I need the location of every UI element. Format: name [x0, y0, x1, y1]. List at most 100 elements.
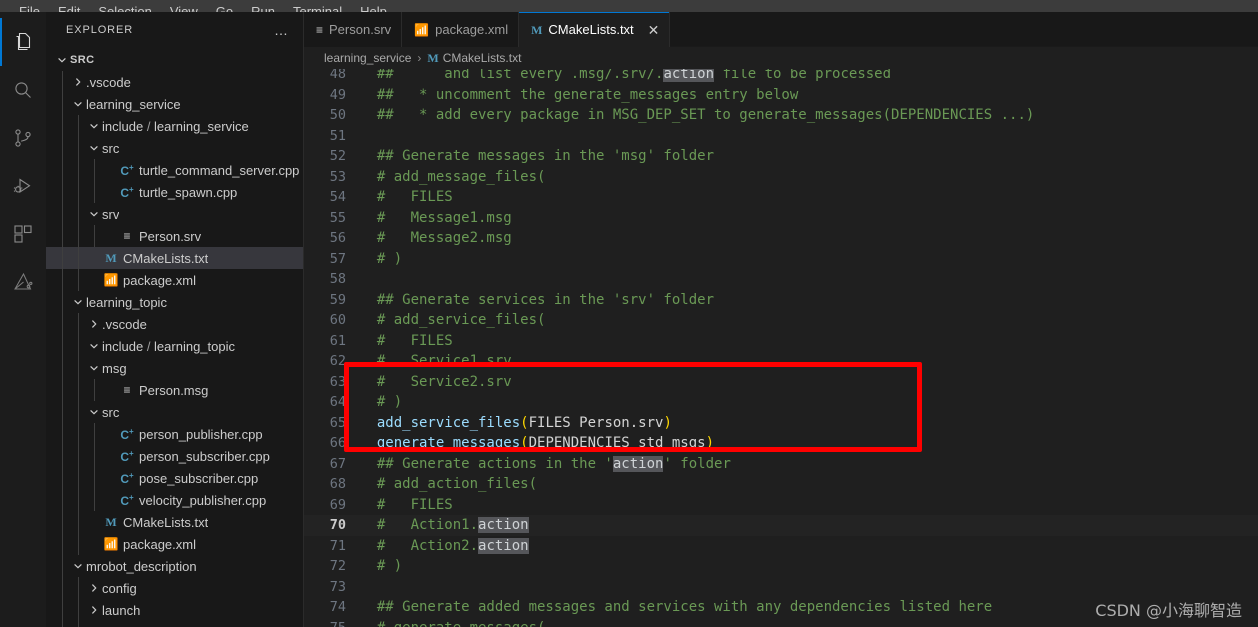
chevron-down-icon[interactable] [86, 357, 102, 379]
tree-item-srv[interactable]: srv [46, 203, 303, 225]
tree-item-person-subscriber-cpp[interactable]: C+ person_subscriber.cpp [46, 445, 303, 467]
tree-item-person-srv[interactable]: ≡ Person.srv [46, 225, 303, 247]
tree-item-mrobot-description[interactable]: mrobot_description [46, 555, 303, 577]
chevron-down-icon[interactable] [70, 291, 86, 313]
code-line[interactable]: 67 ## Generate actions in the 'action' f… [304, 454, 1258, 475]
more-actions-icon[interactable]: … [268, 23, 295, 37]
line-number: 50 [329, 107, 346, 124]
code-line[interactable]: 50 ## * add every package in MSG_DEP_SET… [304, 105, 1258, 126]
code-line[interactable]: 70 # Action1.action [304, 515, 1258, 536]
tree-item-velocity-publisher-cpp[interactable]: C+ velocity_publisher.cpp [46, 489, 303, 511]
close-icon[interactable]: ✕ [648, 23, 660, 37]
code-line[interactable]: 71 # Action2.action [304, 536, 1258, 557]
code-line-text: # FILES [360, 333, 453, 349]
menu-item-selection[interactable]: Selection [89, 5, 160, 12]
tree-item-include-learning-service[interactable]: include / learning_service [46, 115, 303, 137]
code-line[interactable]: 49 ## * uncomment the generate_messages … [304, 85, 1258, 106]
code-line[interactable]: 51 [304, 126, 1258, 147]
activity-bar-item-explorer[interactable] [0, 18, 46, 66]
tree-item-cmakelists-txt[interactable]: M CMakeLists.txt [46, 511, 303, 533]
tree-item-vscode[interactable]: .vscode [46, 71, 303, 93]
tree-item-person-publisher-cpp[interactable]: C+ person_publisher.cpp [46, 423, 303, 445]
tree-item-turtle-command-server-cpp[interactable]: C+ turtle_command_server.cpp [46, 159, 303, 181]
editor-tab-cmakelists-txt[interactable]: M CMakeLists.txt ✕ [519, 12, 671, 47]
tree-item-src[interactable]: src [46, 137, 303, 159]
tree-item-learning-topic[interactable]: learning_topic [46, 291, 303, 313]
breadcrumb-folder[interactable]: learning_service [324, 51, 411, 65]
chevron-down-icon[interactable] [54, 49, 70, 71]
tree-item-turtle-spawn-cpp[interactable]: C+ turtle_spawn.cpp [46, 181, 303, 203]
tree-item-label: person_subscriber.cpp [139, 448, 270, 464]
code-line[interactable]: 63 # Service2.srv [304, 372, 1258, 393]
chevron-down-icon[interactable] [86, 137, 102, 159]
chevron-right-icon[interactable] [86, 599, 102, 621]
chevron-right-icon[interactable] [86, 577, 102, 599]
menu-item-file[interactable]: File [10, 5, 49, 12]
tree-item-label: CMakeLists.txt [123, 250, 209, 266]
code-line[interactable]: 66 generate_messages(DEPENDENCIES std_ms… [304, 433, 1258, 454]
menu-item-terminal[interactable]: Terminal [284, 5, 351, 12]
activity-bar-item-extensions[interactable] [0, 210, 46, 258]
code-line[interactable]: 57 # ) [304, 249, 1258, 270]
breadcrumb-file[interactable]: CMakeLists.txt [443, 51, 522, 65]
editor-tab-package-xml[interactable]: 📶 package.xml [402, 12, 520, 47]
code-line[interactable]: 69 # FILES [304, 495, 1258, 516]
menu-item-run[interactable]: Run [242, 5, 284, 12]
tree-item-pose-subscriber-cpp[interactable]: C+ pose_subscriber.cpp [46, 467, 303, 489]
code-line[interactable]: 53 # add_message_files( [304, 167, 1258, 188]
chevron-down-icon[interactable] [70, 93, 86, 115]
chevron-down-icon[interactable] [86, 335, 102, 357]
code-line[interactable]: 65 add_service_files(FILES Person.srv) [304, 413, 1258, 434]
editor-tab-person-srv[interactable]: ≡ Person.srv [304, 12, 403, 47]
code-line[interactable]: 52 ## Generate messages in the 'msg' fol… [304, 146, 1258, 167]
tree-item-src[interactable]: SRC [46, 49, 303, 71]
code-line[interactable]: 59 ## Generate services in the 'srv' fol… [304, 290, 1258, 311]
code-line[interactable]: 54 # FILES [304, 187, 1258, 208]
indent-guide [78, 181, 79, 203]
code-line[interactable]: 56 # Message2.msg [304, 228, 1258, 249]
chevron-right-icon[interactable] [70, 71, 86, 93]
tree-item-msg[interactable]: msg [46, 357, 303, 379]
code-editor[interactable]: 48 ## and list every .msg/.srv/.action f… [304, 69, 1258, 627]
code-line[interactable]: 73 [304, 577, 1258, 598]
tree-item-src[interactable]: src [46, 401, 303, 423]
sidebar-header: EXPLORER … [46, 12, 303, 47]
code-line[interactable]: 68 # add_action_files( [304, 474, 1258, 495]
tree-item-package-xml[interactable]: 📶 package.xml [46, 533, 303, 555]
menu-item-edit[interactable]: Edit [49, 5, 89, 12]
tree-item-launch[interactable]: launch [46, 599, 303, 621]
code-line[interactable]: 72 # ) [304, 556, 1258, 577]
chevron-right-icon[interactable] [86, 313, 102, 335]
menu-item-view[interactable]: View [161, 5, 207, 12]
code-line[interactable]: 48 ## and list every .msg/.srv/.action f… [304, 69, 1258, 85]
activity-bar-item-search[interactable] [0, 66, 46, 114]
tree-item-vscode[interactable]: .vscode [46, 313, 303, 335]
code-line[interactable]: 58 [304, 269, 1258, 290]
menu-item-go[interactable]: Go [207, 5, 242, 12]
code-line[interactable]: 60 # add_service_files( [304, 310, 1258, 331]
code-line-text: # Action1.action [360, 517, 529, 534]
activity-bar-item-source-control[interactable] [0, 114, 46, 162]
code-line[interactable]: 55 # Message1.msg [304, 208, 1258, 229]
activity-bar-item-run-and-debug[interactable] [0, 162, 46, 210]
chevron-right-icon[interactable] [86, 621, 102, 627]
activity-bar-item-ros[interactable] [0, 258, 46, 306]
chevron-down-icon[interactable] [86, 401, 102, 423]
tree-item-cmakelists-txt[interactable]: M CMakeLists.txt [46, 247, 303, 269]
code-line[interactable]: 62 # Service1.srv [304, 351, 1258, 372]
breadcrumb[interactable]: learning_service › M CMakeLists.txt [304, 47, 1258, 69]
file-tree[interactable]: SRC .vscode learning_service include / lear… [46, 47, 303, 627]
tree-item-person-msg[interactable]: ≡ Person.msg [46, 379, 303, 401]
tree-item-include-learning-topic[interactable]: include / learning_topic [46, 335, 303, 357]
chevron-down-icon[interactable] [86, 115, 102, 137]
chevron-down-icon[interactable] [86, 203, 102, 225]
tree-item-package-xml[interactable]: 📶 package.xml [46, 269, 303, 291]
code-line[interactable]: 61 # FILES [304, 331, 1258, 352]
chevron-down-icon[interactable] [70, 555, 86, 577]
menu-item-help[interactable]: Help [351, 5, 396, 12]
code-line[interactable]: 64 # ) [304, 392, 1258, 413]
tree-item-learning-service[interactable]: learning_service [46, 93, 303, 115]
tree-item-meshes[interactable]: meshes [46, 621, 303, 627]
tree-item-config[interactable]: config [46, 577, 303, 599]
